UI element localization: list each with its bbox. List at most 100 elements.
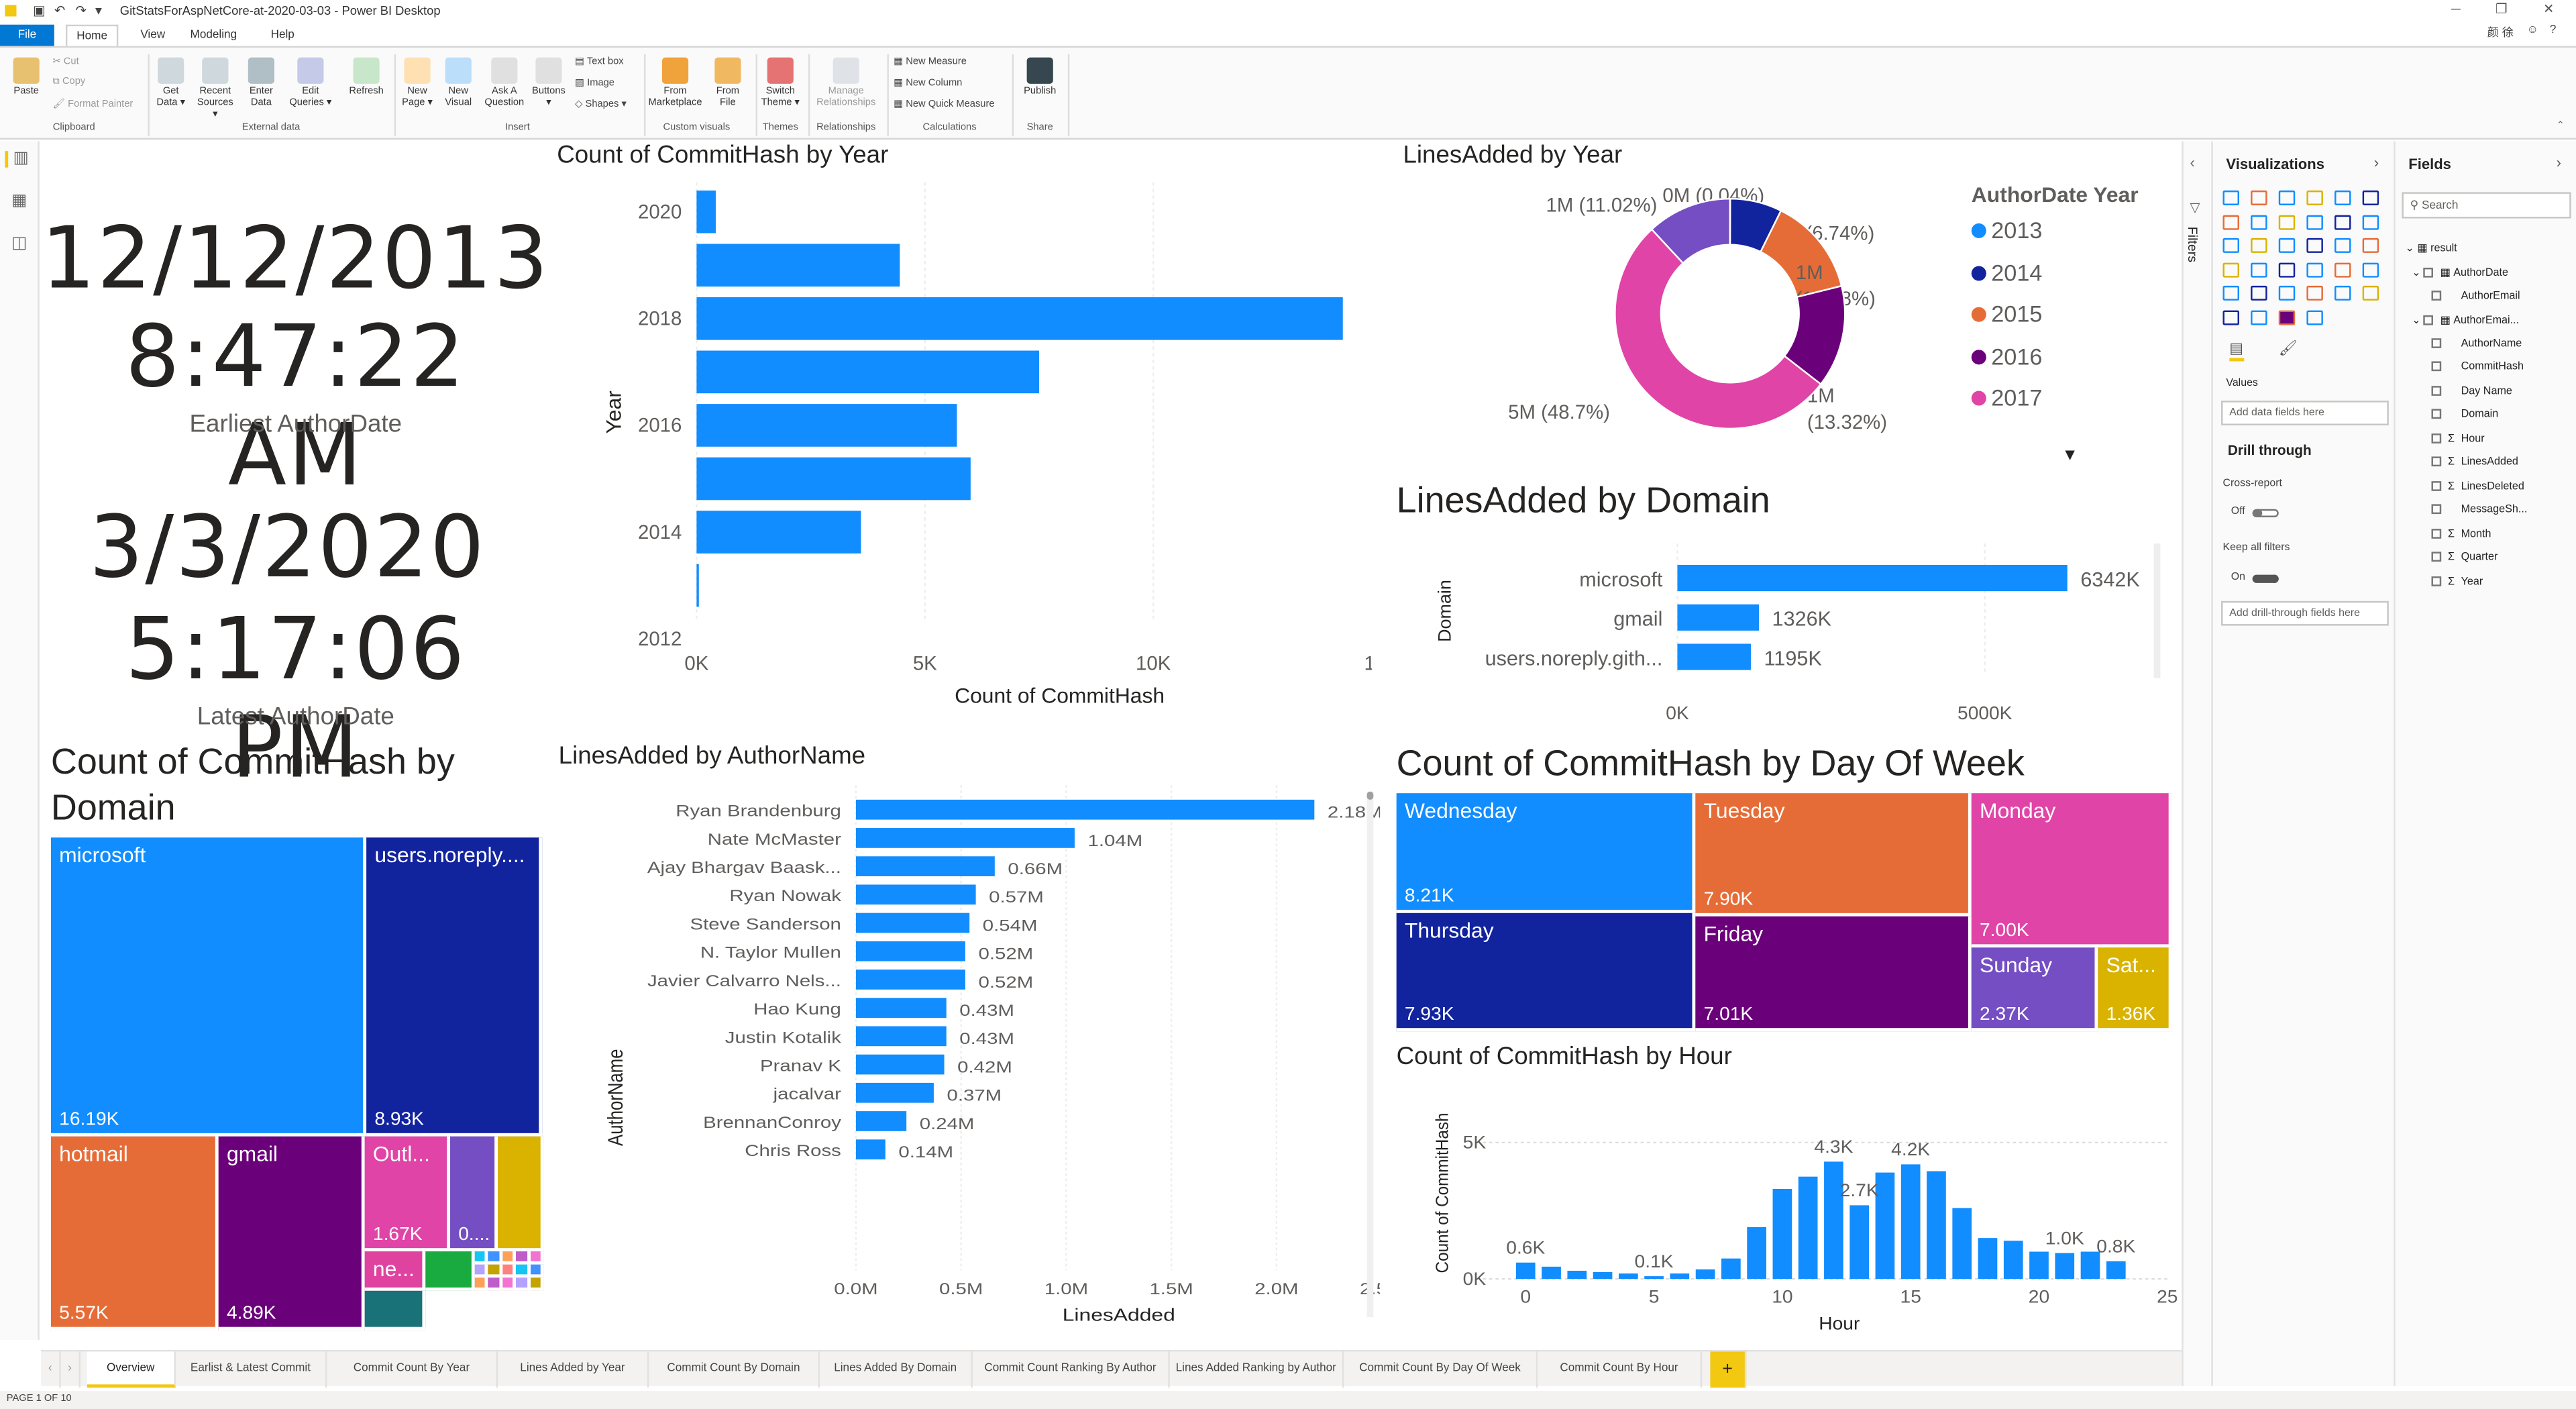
field-checkbox[interactable] — [2431, 504, 2442, 515]
visual-type-icon[interactable] — [2251, 190, 2267, 205]
treemap-tile[interactable] — [488, 1264, 502, 1278]
treemap-tile[interactable]: ne... — [364, 1251, 426, 1291]
domain-bar[interactable] — [1677, 564, 2068, 592]
hour-bar[interactable] — [1593, 1271, 1613, 1280]
bar-2017[interactable] — [696, 350, 1039, 394]
field-checkbox[interactable] — [2431, 552, 2442, 562]
enter-data-button[interactable]: Enter Data — [243, 57, 279, 110]
tab-home[interactable]: Home — [65, 24, 119, 46]
bar-2018[interactable] — [696, 297, 1343, 340]
commit-by-year-chart[interactable]: 0K 5K 10K 15K 2020 2018 2016 2014 2012 Count of C… — [550, 174, 1372, 732]
visual-type-icon[interactable] — [2334, 238, 2351, 253]
field-item[interactable]: Σ Hour — [2431, 432, 2485, 444]
visual-type-icon[interactable] — [2362, 190, 2379, 205]
earliest-time-card[interactable]: 8:47:22 AM — [49, 309, 542, 506]
visual-type-icon[interactable] — [2222, 238, 2239, 253]
visual-type-icon[interactable] — [2222, 309, 2239, 325]
recent-sources-button[interactable]: Recent Sources ▾ — [194, 57, 237, 121]
visual-type-icon[interactable] — [2306, 285, 2323, 301]
restore-icon[interactable]: ❐ — [2496, 1, 2508, 16]
earliest-date-card[interactable]: 12/12/2013 — [41, 210, 548, 309]
minimize-icon[interactable]: ─ — [2451, 1, 2461, 16]
legend-item-2014[interactable]: 2014 — [1971, 258, 2042, 300]
field-item[interactable]: AuthorName — [2431, 337, 2522, 349]
visual-type-icon[interactable] — [2222, 214, 2239, 229]
treemap-tile[interactable] — [498, 1136, 544, 1252]
hour-bar[interactable] — [1721, 1258, 1741, 1280]
visual-type-icon[interactable] — [2222, 190, 2239, 205]
hour-bar[interactable] — [2029, 1251, 2049, 1280]
visual-type-icon[interactable] — [2334, 214, 2351, 229]
legend-item-2016[interactable]: 2016 — [1971, 342, 2042, 384]
visual-type-icon[interactable] — [2222, 285, 2239, 301]
treemap-tile[interactable] — [530, 1277, 544, 1291]
field-checkbox[interactable] — [2431, 575, 2442, 586]
treemap-tile[interactable] — [488, 1277, 502, 1291]
treemap-tile[interactable] — [502, 1264, 517, 1278]
redo-icon[interactable]: ↷ — [76, 3, 87, 18]
format-painter-button[interactable]: 🖌 Format Painter — [52, 99, 133, 110]
author-bar[interactable] — [855, 1082, 934, 1103]
field-checkbox[interactable] — [2431, 290, 2442, 300]
visual-type-icon[interactable] — [2278, 190, 2296, 205]
hour-bar[interactable] — [1798, 1176, 1818, 1280]
model-view-icon[interactable]: ◫ — [11, 236, 30, 252]
visual-type-icon[interactable] — [2306, 214, 2323, 229]
visual-type-icon[interactable] — [2251, 262, 2267, 277]
cross-report-toggle[interactable] — [2252, 509, 2279, 517]
page-tab[interactable]: Commit Count By Hour — [1538, 1351, 1703, 1388]
field-checkbox[interactable] — [2424, 267, 2434, 278]
author-bar[interactable] — [855, 941, 965, 961]
bar-2014[interactable] — [696, 511, 861, 554]
author-bar[interactable] — [855, 856, 995, 876]
page-tab[interactable]: Commit Count By Day Of Week — [1344, 1351, 1538, 1388]
visual-type-icon[interactable] — [2334, 190, 2351, 205]
data-view-icon[interactable]: ▦ — [11, 193, 30, 210]
hour-bar[interactable] — [1695, 1269, 1715, 1280]
hour-bar[interactable] — [1772, 1188, 1792, 1280]
new-measure-button[interactable]: ▦ New Measure — [894, 56, 967, 68]
visual-type-icon[interactable] — [2306, 262, 2323, 277]
visual-type-icon[interactable] — [2362, 262, 2379, 277]
image-button[interactable]: ▨ Image — [575, 77, 614, 89]
field-item[interactable]: Σ LinesAdded — [2431, 456, 2518, 468]
bar-2019[interactable] — [696, 244, 900, 287]
new-quick-measure-button[interactable]: ▦ New Quick Measure — [894, 99, 994, 110]
prev-page-icon[interactable]: ‹ — [41, 1351, 61, 1388]
treemap-tile[interactable] — [474, 1264, 489, 1278]
close-icon[interactable]: ✕ — [2543, 1, 2554, 16]
field-item[interactable]: ⌄ ▦ AuthorDate — [2412, 266, 2508, 279]
visual-type-icon[interactable] — [2251, 285, 2267, 301]
treemap-tile[interactable] — [488, 1251, 502, 1265]
visual-type-icon[interactable] — [2306, 238, 2323, 253]
visual-type-icon[interactable] — [2278, 214, 2296, 229]
field-checkbox[interactable] — [2431, 361, 2442, 372]
treemap-tile[interactable]: Outl... 1.67K — [364, 1136, 451, 1252]
bar-2020[interactable] — [696, 190, 716, 233]
page-tab[interactable]: Commit Count By Year — [327, 1351, 498, 1388]
author-bar[interactable] — [855, 912, 970, 933]
treemap-tile[interactable]: 0.... — [450, 1136, 498, 1252]
treemap-tile[interactable]: Wednesday 8.21K — [1396, 793, 1696, 913]
field-item[interactable]: Σ Year — [2431, 575, 2483, 587]
author-bar[interactable] — [855, 998, 947, 1019]
treemap-tile[interactable] — [425, 1251, 475, 1291]
field-item[interactable]: Day Name — [2431, 384, 2512, 397]
switch-theme-button[interactable]: Switch Theme ▾ — [759, 57, 802, 110]
page-tab[interactable]: Lines Added Ranking by Author — [1170, 1351, 1344, 1388]
field-item[interactable]: Domain — [2431, 409, 2498, 421]
tab-help[interactable]: Help — [260, 25, 306, 46]
visual-type-icon[interactable] — [2222, 262, 2239, 277]
author-bar[interactable] — [855, 1111, 907, 1131]
domain-bar[interactable] — [1677, 643, 1751, 670]
legend-item-2013[interactable]: 2013 — [1971, 217, 2042, 258]
treemap-tile[interactable] — [516, 1277, 530, 1291]
publish-button[interactable]: Publish — [1018, 57, 1061, 99]
manage-relationships-button[interactable]: Manage Relationships — [812, 57, 881, 110]
treemap-tile[interactable] — [502, 1251, 517, 1265]
new-column-button[interactable]: ▦ New Column — [894, 77, 962, 89]
hour-bar[interactable] — [1927, 1171, 1946, 1280]
treemap-tile[interactable]: Sunday 2.37K — [1971, 947, 2098, 1032]
get-data-button[interactable]: Get Data ▾ — [154, 57, 187, 110]
visual-type-icon[interactable] — [2334, 262, 2351, 277]
